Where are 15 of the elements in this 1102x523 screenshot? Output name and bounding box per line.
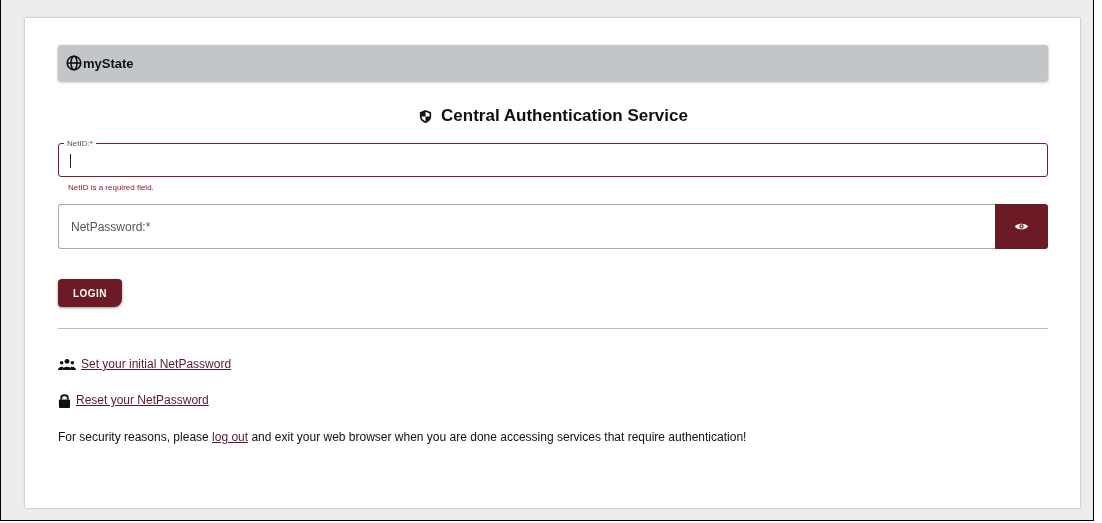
error-message: NetID is a required field. [68, 183, 155, 192]
login-button[interactable]: LOGIN [58, 279, 122, 307]
netid-field[interactable]: NetID:* [58, 139, 1048, 177]
password-field[interactable]: NetPassword:* [58, 204, 995, 249]
app-title: myState [83, 55, 134, 71]
lock-icon [58, 392, 71, 408]
page-heading: Central Authentication Service [441, 106, 688, 126]
link[interactable]: Set your initial NetPassword [81, 357, 232, 371]
link[interactable]: Reset your NetPassword [76, 393, 209, 407]
logout-link[interactable]: log out [212, 430, 249, 444]
shield-icon [418, 108, 434, 124]
globe-icon [66, 55, 82, 71]
show-password-button[interactable] [995, 204, 1048, 249]
security-notice: For security reasons, please log out and exit your web browser when you are done accessing services that require authentication! [58, 430, 748, 444]
people-icon [58, 357, 76, 371]
